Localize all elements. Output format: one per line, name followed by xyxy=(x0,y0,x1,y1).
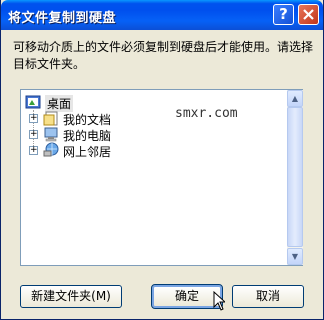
folder-tree[interactable]: 桌面 + 我的文档 + 我的电脑 + 网上邻居 ▲ ▼ xyxy=(20,89,303,266)
help-button[interactable]: ? xyxy=(273,4,294,25)
title-bar[interactable]: 将文件复制到硬盘 ? xyxy=(1,0,323,30)
watermark-text: smxr.com xyxy=(175,106,238,121)
desktop-icon xyxy=(25,95,41,109)
instruction-text: 可移动介质上的文件必须复制到硬盘后才能使用。请选择目标文件夹。 xyxy=(13,40,314,71)
mouse-cursor-icon xyxy=(213,291,225,311)
vertical-scrollbar[interactable]: ▲ ▼ xyxy=(287,90,303,265)
scroll-thumb[interactable] xyxy=(287,107,303,247)
cancel-button[interactable]: 取消 xyxy=(232,285,304,308)
expand-toggle[interactable]: + xyxy=(29,130,38,139)
network-places-icon xyxy=(43,142,59,157)
copy-to-disk-dialog: 将文件复制到硬盘 ? 可移动介质上的文件必须复制到硬盘后才能使用。请选择目标文件… xyxy=(0,0,324,320)
close-icon xyxy=(303,9,314,20)
tree-item-network-places[interactable]: + 网上邻居 xyxy=(29,141,149,159)
tree-item-label: 网上邻居 xyxy=(63,145,112,159)
my-documents-icon xyxy=(43,111,58,126)
window-title: 将文件复制到硬盘 xyxy=(8,11,117,26)
ok-button[interactable]: 确定 xyxy=(151,284,223,309)
expand-toggle[interactable]: + xyxy=(29,146,38,155)
my-computer-icon xyxy=(44,127,58,142)
new-folder-button[interactable]: 新建文件夹(M) xyxy=(20,285,122,308)
scroll-up-button[interactable]: ▲ xyxy=(287,90,303,107)
close-button[interactable] xyxy=(298,4,319,25)
scroll-down-button[interactable]: ▼ xyxy=(287,248,303,265)
expand-toggle[interactable]: + xyxy=(29,114,38,123)
